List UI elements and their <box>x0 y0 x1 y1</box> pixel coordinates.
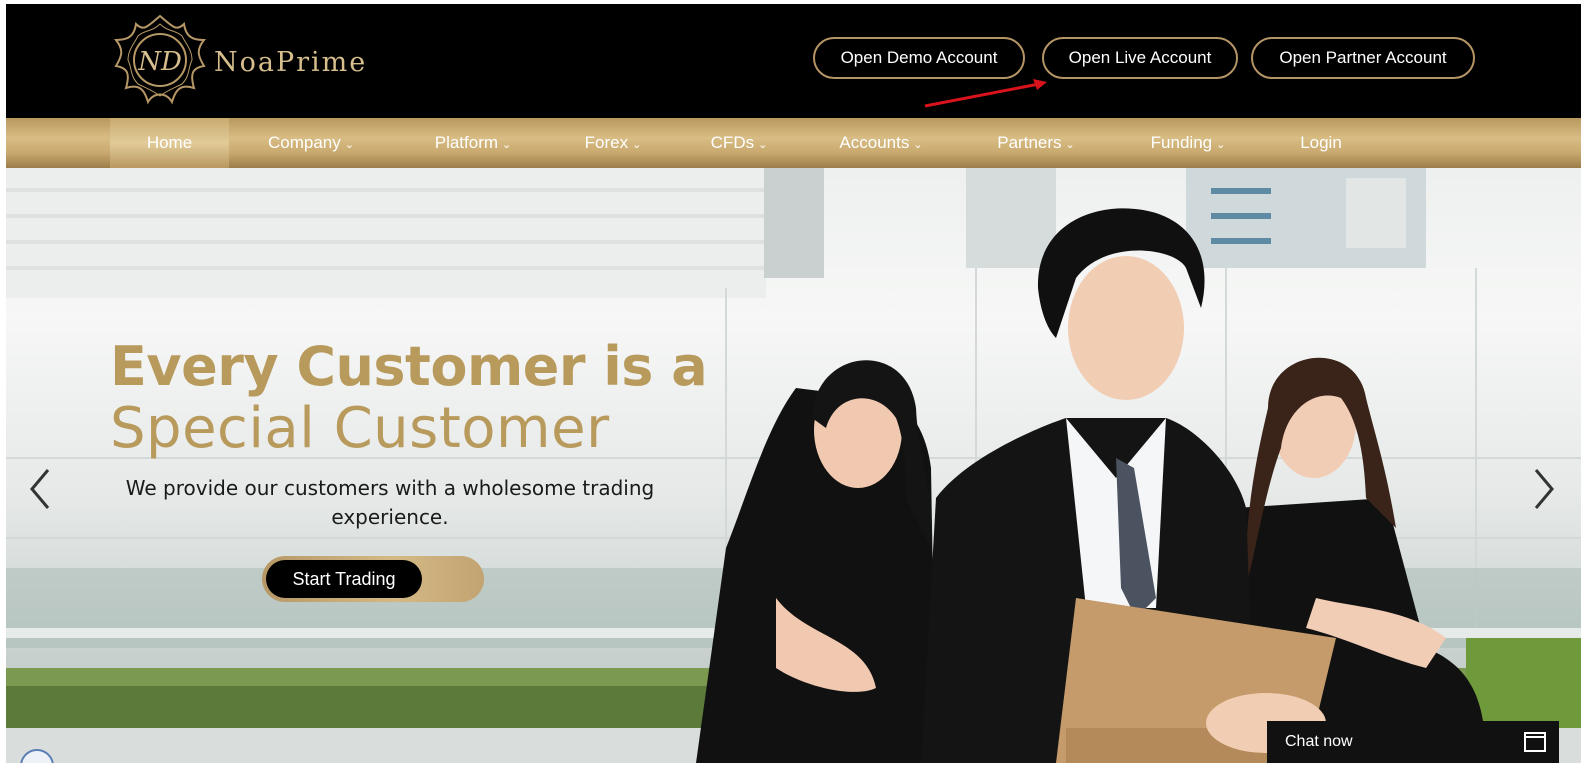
business-team-image <box>696 208 1486 763</box>
nav-item-forex[interactable]: Forex ⌄ <box>571 118 655 168</box>
open-partner-account-button[interactable]: Open Partner Account <box>1251 37 1475 79</box>
main-nav: Home Company ⌄ Platform ⌄ Forex ⌄ CFDs ⌄… <box>6 118 1581 168</box>
chat-now-label: Chat now <box>1285 733 1353 750</box>
annotation-arrow-icon <box>924 79 1047 108</box>
logo-text: NoaPrime <box>214 46 368 78</box>
nav-item-label: Partners <box>997 133 1062 152</box>
nav-item-label: Company <box>268 133 341 152</box>
nav-item-accounts[interactable]: Accounts ⌄ <box>826 118 936 168</box>
nav-item-platform[interactable]: Platform ⌄ <box>418 118 528 168</box>
nav-item-label: Funding <box>1150 133 1213 152</box>
nav-item-label: CFDs <box>710 133 755 152</box>
nav-item-partners[interactable]: Partners ⌄ <box>984 118 1088 168</box>
top-header: ND NoaPrime Open Demo Account Open Live … <box>6 4 1581 118</box>
hero-slider: Every Customer is a Special Customer We … <box>6 168 1581 763</box>
chevron-down-icon: ⌄ <box>758 138 768 151</box>
nav-item-label: Accounts <box>839 133 910 152</box>
open-live-account-button[interactable]: Open Live Account <box>1042 37 1238 79</box>
open-demo-account-button[interactable]: Open Demo Account <box>813 37 1025 79</box>
hero-title-line2: Special Customer <box>110 396 610 461</box>
nav-item-home[interactable]: Home <box>110 118 229 168</box>
maximize-window-icon[interactable] <box>1523 731 1547 753</box>
start-trading-button[interactable]: Start Trading <box>266 560 422 598</box>
nav-item-label: Home <box>146 133 193 152</box>
chevron-down-icon: ⌄ <box>1065 138 1075 151</box>
start-trading-button-wrapper: Start Trading <box>262 556 484 602</box>
chevron-down-icon: ⌄ <box>913 138 923 151</box>
slider-prev-arrow-icon[interactable] <box>20 464 60 514</box>
nav-item-company[interactable]: Company ⌄ <box>256 118 366 168</box>
logo-emblem-icon: ND <box>113 14 207 105</box>
hero-subtitle: We provide our customers with a wholesom… <box>125 476 655 529</box>
chat-now-widget[interactable]: Chat now <box>1267 721 1559 763</box>
nav-item-login[interactable]: Login <box>1286 118 1356 168</box>
nav-item-funding[interactable]: Funding ⌄ <box>1138 118 1238 168</box>
chevron-down-icon: ⌄ <box>344 138 354 151</box>
hero-title-line1: Every Customer is a <box>110 335 708 398</box>
nav-item-label: Login <box>1300 133 1342 152</box>
chevron-down-icon: ⌄ <box>632 138 642 151</box>
nav-item-label: Forex <box>584 133 629 152</box>
svg-text:ND: ND <box>137 47 182 77</box>
logo[interactable]: ND NoaPrime <box>110 10 430 110</box>
chevron-down-icon: ⌄ <box>502 138 512 151</box>
chevron-down-icon: ⌄ <box>1216 138 1226 151</box>
slider-next-arrow-icon[interactable] <box>1524 464 1564 514</box>
nav-item-label: Platform <box>434 133 499 152</box>
nav-item-cfds[interactable]: CFDs ⌄ <box>700 118 778 168</box>
